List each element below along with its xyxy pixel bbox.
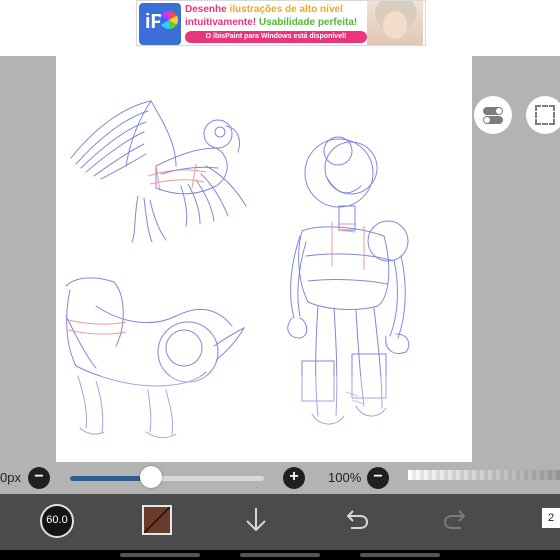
brush-size-label: 0px	[0, 470, 21, 485]
drawing-canvas[interactable]	[56, 56, 472, 462]
opacity-slider-fill	[408, 470, 560, 480]
ad-line1-pre: Desenhe	[185, 4, 230, 15]
ad-line2-pre: intuitivamente!	[185, 17, 259, 28]
ad-cta-button[interactable]: O ibisPaint para Windows está disponível…	[185, 31, 367, 43]
selection-button[interactable]	[526, 96, 560, 134]
brush-size-slider-handle[interactable]	[140, 466, 163, 488]
redo-button[interactable]	[442, 506, 470, 539]
brush-size-decrease-button[interactable]: −	[28, 467, 50, 489]
bottom-toolbar: 60.0 2	[0, 494, 560, 550]
brush-size-indicator[interactable]: 60.0	[40, 504, 74, 538]
ad-subline: intuitivamente! Usabilidade perfeita!	[185, 17, 357, 28]
selection-icon	[535, 105, 555, 125]
page-count-button[interactable]: 2	[542, 508, 560, 528]
brush-size-slider-fill	[70, 476, 152, 481]
undo-button[interactable]	[342, 506, 370, 539]
brush-size-slider[interactable]	[70, 476, 264, 481]
download-arrow-icon	[246, 508, 266, 532]
ibispaint-logo: iP	[139, 3, 181, 45]
opacity-decrease-button[interactable]: −	[367, 467, 389, 489]
color-swatch-button[interactable]	[142, 505, 172, 535]
top-bar: iP Desenhe ilustrações de alto nível int…	[0, 0, 560, 56]
ad-headline: Desenhe ilustrações de alto nível	[185, 4, 343, 15]
ad-line1-highlight: ilustrações de alto nível	[229, 4, 343, 15]
brush-size-increase-button[interactable]: +	[283, 467, 305, 489]
redo-icon	[443, 510, 466, 529]
download-button[interactable]	[244, 506, 268, 539]
ad-line2-highlight: Usabilidade perfeita!	[258, 17, 358, 28]
undo-icon	[346, 510, 369, 529]
brush-size-value: 60.0	[46, 514, 68, 526]
opacity-label: 100%	[328, 470, 362, 485]
sketch-artwork	[56, 100, 472, 462]
layer-toggle-button[interactable]	[474, 96, 512, 134]
color-wheel-icon	[160, 11, 178, 29]
system-nav-bar	[0, 550, 560, 560]
color-swatch-icon	[144, 507, 170, 533]
brush-controls: 0px − + 100% −	[0, 462, 560, 494]
ad-character-image	[367, 1, 423, 45]
ad-banner[interactable]: iP Desenhe ilustrações de alto nível int…	[136, 0, 426, 46]
opacity-slider[interactable]	[408, 470, 560, 480]
